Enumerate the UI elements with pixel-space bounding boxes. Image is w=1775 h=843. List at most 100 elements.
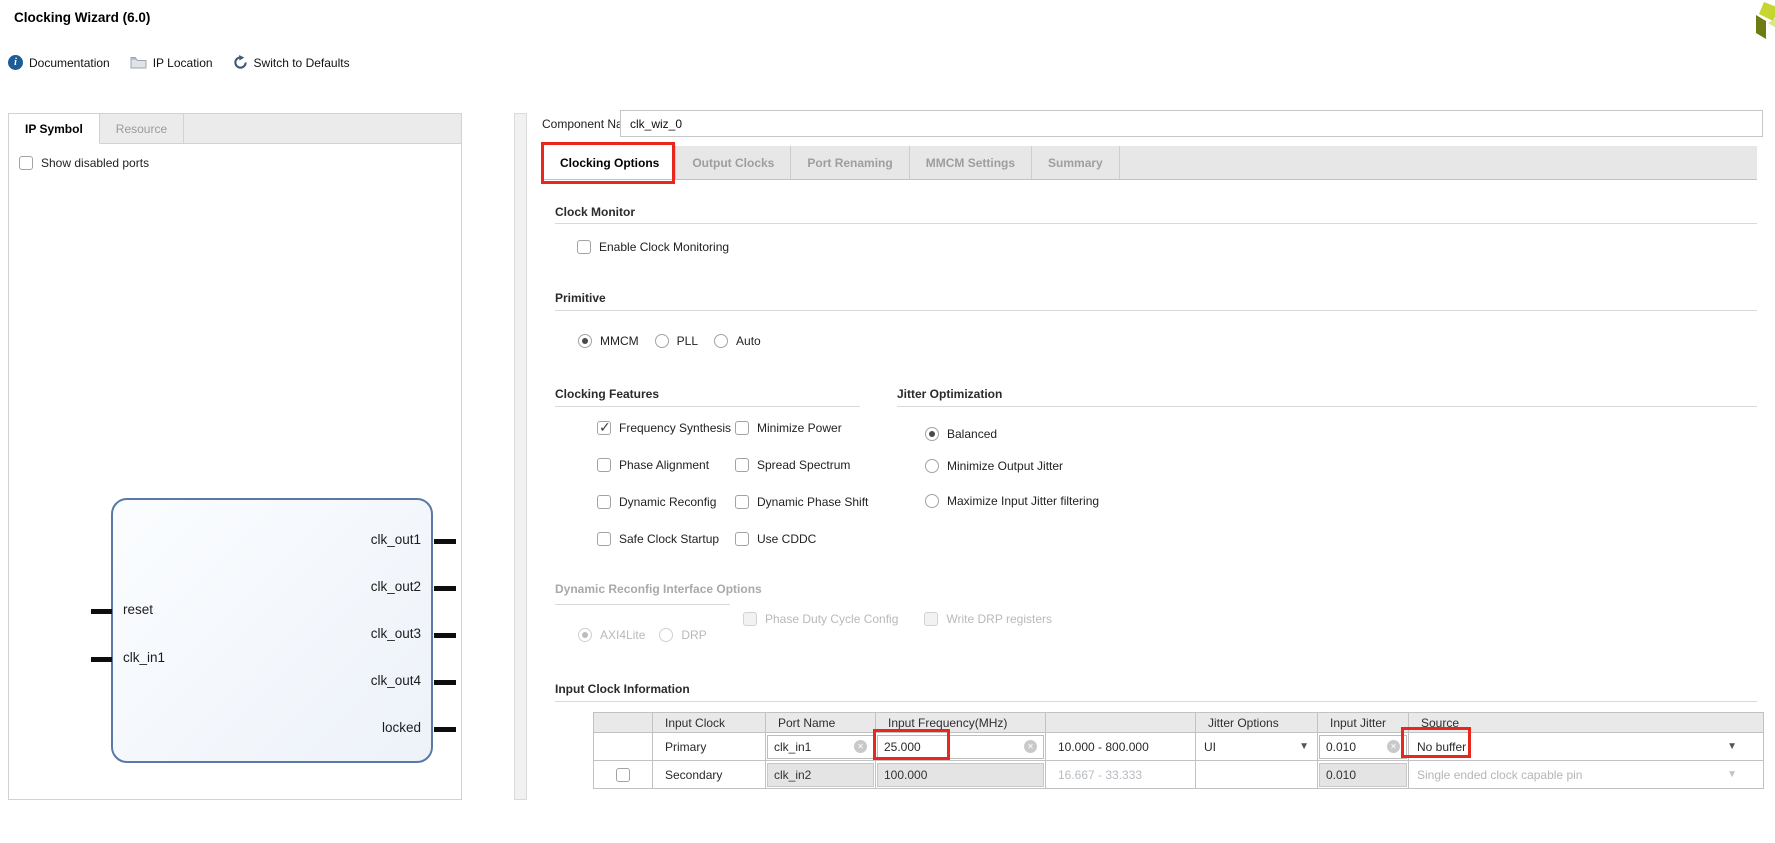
phase-alignment-checkbox bbox=[597, 458, 611, 472]
drp-label: DRP bbox=[681, 628, 707, 642]
ip-symbol-panel: IP Symbol Resource Show disabled ports r… bbox=[8, 113, 462, 800]
dynamic-phase-shift-checkbox bbox=[735, 495, 749, 509]
secondary-port-name-input: clk_in2 bbox=[767, 762, 874, 787]
input-clock-information-header: Input Clock Information bbox=[555, 682, 690, 696]
enable-clock-monitoring-option: Enable Clock Monitoring bbox=[577, 240, 729, 254]
port-stub-locked bbox=[434, 727, 456, 732]
secondary-port-name-value: clk_in2 bbox=[774, 767, 812, 782]
drp-checkbox-group: Phase Duty Cycle Config Write DRP regist… bbox=[743, 612, 1052, 626]
clear-icon[interactable] bbox=[1024, 740, 1037, 753]
port-label-reset: reset bbox=[123, 602, 154, 617]
xilinx-logo bbox=[1751, 2, 1775, 46]
tab-mmcm-settings[interactable]: MMCM Settings bbox=[910, 146, 1033, 179]
port-stub-clk-out1 bbox=[434, 539, 456, 544]
component-name-value: clk_wiz_0 bbox=[630, 116, 683, 131]
maximize-input-jitter-filtering-option[interactable]: Maximize Input Jitter filtering bbox=[925, 494, 1099, 508]
dynamic-reconfig-option[interactable]: Dynamic Reconfig bbox=[597, 495, 716, 509]
primary-freq-range: 10.000 - 800.000 bbox=[1058, 739, 1149, 754]
mmcm-label: MMCM bbox=[600, 334, 639, 348]
col-input-jitter: Input Jitter bbox=[1317, 712, 1409, 733]
port-stub-reset bbox=[91, 609, 112, 614]
safe-clock-startup-checkbox bbox=[597, 532, 611, 546]
port-stub-clk-out3 bbox=[434, 633, 456, 638]
dynamic-phase-shift-option[interactable]: Dynamic Phase Shift bbox=[735, 495, 868, 509]
tab-clocking-options-label: Clocking Options bbox=[560, 155, 660, 170]
spread-spectrum-option[interactable]: Spread Spectrum bbox=[735, 458, 850, 472]
table-header-row: Input Clock Port Name Input Frequency(MH… bbox=[593, 712, 1764, 733]
secondary-input-jitter-value: 0.010 bbox=[1326, 767, 1357, 782]
secondary-enable-checkbox[interactable] bbox=[616, 767, 630, 782]
primary-port-name-input[interactable]: clk_in1 bbox=[767, 734, 874, 759]
clocking-features-header: Clocking Features bbox=[555, 387, 660, 401]
col-port-name: Port Name bbox=[765, 712, 876, 733]
minimize-power-checkbox bbox=[735, 421, 749, 435]
secondary-input-jitter-input: 0.010 bbox=[1319, 762, 1407, 787]
balanced-option[interactable]: Balanced bbox=[925, 427, 997, 441]
tab-port-renaming-label: Port Renaming bbox=[807, 155, 893, 170]
documentation-button[interactable]: i Documentation bbox=[8, 55, 110, 70]
primitive-radio-group: MMCM PLL Auto bbox=[578, 334, 761, 348]
tab-clocking-options[interactable]: Clocking Options bbox=[544, 146, 677, 179]
reconfig-interface-radio-group: AXI4Lite DRP bbox=[578, 628, 707, 642]
minimize-power-option[interactable]: Minimize Power bbox=[735, 421, 842, 435]
primitive-option-auto[interactable]: Auto bbox=[714, 334, 761, 348]
use-cddc-option[interactable]: Use CDDC bbox=[735, 532, 816, 546]
col-select bbox=[593, 712, 653, 733]
switch-to-defaults-label: Switch to Defaults bbox=[253, 55, 350, 70]
primary-input-jitter-input[interactable]: 0.010 bbox=[1319, 734, 1407, 759]
phase-alignment-option[interactable]: Phase Alignment bbox=[597, 458, 709, 472]
secondary-input-frequency-value: 100.000 bbox=[884, 767, 928, 782]
secondary-source-dropdown: Single ended clock capable pin ▼ bbox=[1409, 761, 1763, 788]
switch-to-defaults-button[interactable]: Switch to Defaults bbox=[233, 55, 350, 70]
tab-resource[interactable]: Resource bbox=[100, 114, 185, 143]
info-icon: i bbox=[8, 55, 23, 70]
tab-summary[interactable]: Summary bbox=[1032, 146, 1120, 179]
pll-label: PLL bbox=[676, 334, 699, 348]
use-cddc-checkbox bbox=[735, 532, 749, 546]
tab-output-clocks[interactable]: Output Clocks bbox=[676, 146, 792, 179]
port-label-clk-out2: clk_out2 bbox=[370, 579, 421, 594]
primary-source-dropdown[interactable]: No buffer ▼ bbox=[1409, 733, 1763, 760]
primitive-option-pll[interactable]: PLL bbox=[654, 334, 699, 348]
show-disabled-ports-checkbox[interactable] bbox=[19, 156, 33, 170]
col-input-clock: Input Clock bbox=[652, 712, 766, 733]
jitter-optimization-underline bbox=[897, 406, 1757, 407]
toolbar: i Documentation IP Location Switch to De… bbox=[8, 55, 350, 70]
primitive-option-mmcm[interactable]: MMCM bbox=[578, 334, 639, 348]
col-freq-range bbox=[1045, 712, 1196, 733]
drp-radio bbox=[659, 628, 674, 642]
dynamic-reconfig-underline bbox=[555, 604, 730, 605]
chevron-down-icon: ▼ bbox=[1299, 741, 1309, 752]
dynamic-reconfig-checkbox bbox=[597, 495, 611, 509]
minimize-output-jitter-radio bbox=[925, 459, 939, 473]
primitive-header: Primitive bbox=[555, 291, 606, 305]
tab-port-renaming[interactable]: Port Renaming bbox=[791, 146, 910, 179]
refresh-icon bbox=[233, 55, 247, 69]
port-label-clk-out4: clk_out4 bbox=[370, 673, 421, 688]
component-name-input[interactable]: clk_wiz_0 bbox=[620, 110, 1763, 137]
xilinx-logo-icon bbox=[1756, 2, 1775, 39]
frequency-synthesis-option[interactable]: Frequency Synthesis bbox=[597, 419, 731, 436]
minimize-output-jitter-option[interactable]: Minimize Output Jitter bbox=[925, 459, 1063, 473]
clear-icon[interactable] bbox=[1387, 740, 1400, 753]
primary-jitter-options-dropdown[interactable]: UI ▼ bbox=[1196, 733, 1317, 760]
col-input-frequency: Input Frequency(MHz) bbox=[875, 712, 1046, 733]
dynamic-reconfig-interface-options-header: Dynamic Reconfig Interface Options bbox=[555, 582, 762, 596]
primary-row-label: Primary bbox=[665, 739, 707, 754]
clear-icon[interactable] bbox=[854, 740, 867, 753]
ip-location-button[interactable]: IP Location bbox=[130, 56, 213, 70]
minimize-power-label: Minimize Power bbox=[757, 421, 842, 435]
axi4lite-radio bbox=[578, 628, 592, 642]
tab-ip-symbol[interactable]: IP Symbol bbox=[9, 114, 100, 144]
axi4lite-option: AXI4Lite bbox=[578, 628, 645, 642]
use-cddc-label: Use CDDC bbox=[757, 532, 817, 546]
tab-output-clocks-label: Output Clocks bbox=[692, 155, 775, 170]
ip-location-label: IP Location bbox=[152, 55, 213, 70]
vertical-scrollbar[interactable] bbox=[514, 113, 527, 800]
jitter-optimization-header: Jitter Optimization bbox=[897, 387, 1003, 401]
primitive-underline bbox=[555, 310, 1757, 311]
safe-clock-startup-option[interactable]: Safe Clock Startup bbox=[597, 532, 719, 546]
primary-input-frequency-input[interactable]: 25.000 bbox=[877, 734, 1044, 759]
enable-clock-monitoring-checkbox[interactable] bbox=[577, 240, 591, 254]
tab-summary-label: Summary bbox=[1048, 155, 1103, 170]
